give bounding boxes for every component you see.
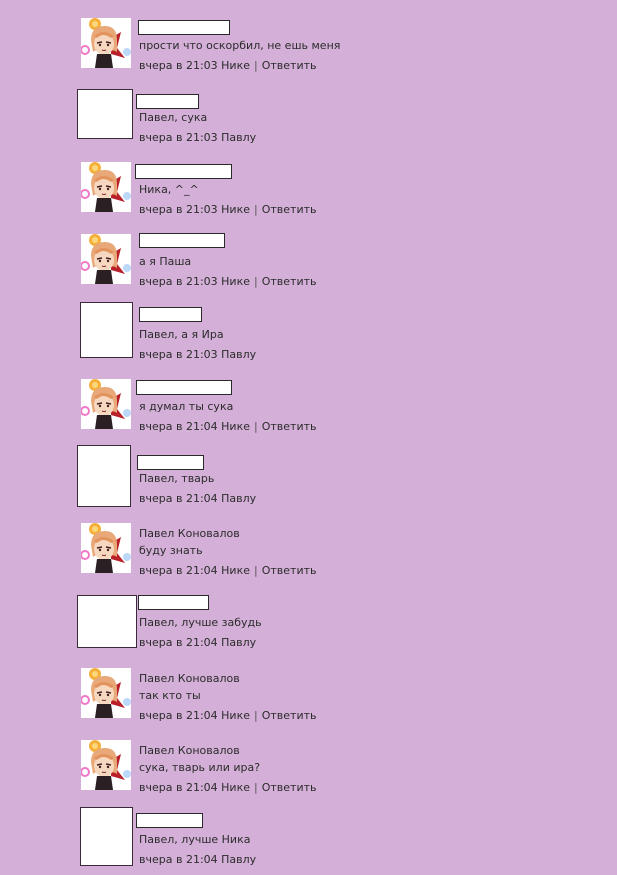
comment-timestamp[interactable]: вчера в 21:04	[139, 420, 218, 433]
author-name[interactable]: Павел Коновалов	[139, 671, 240, 686]
redacted-author-name	[138, 20, 230, 35]
avatar[interactable]	[81, 523, 131, 573]
comment-meta: вчера в 21:04 Нике | Ответить	[139, 563, 316, 578]
reply-button[interactable]: Ответить	[262, 564, 317, 577]
comment-text: Ника, ^_^	[139, 183, 199, 196]
comment-timestamp[interactable]: вчера в 21:04	[139, 564, 218, 577]
comment-timestamp[interactable]: вчера в 21:04	[139, 853, 218, 866]
separator: |	[254, 203, 258, 216]
redacted-author-name	[138, 595, 209, 610]
reply-to-link[interactable]: Нике	[221, 59, 250, 72]
comment-meta: вчера в 21:04 Нике | Ответить	[139, 780, 316, 795]
comment-text: Павел, а я Ира	[139, 328, 224, 341]
comment-text: Павел, лучше Ника	[139, 833, 251, 846]
reply-button[interactable]: Ответить	[262, 781, 317, 794]
separator: |	[254, 709, 258, 722]
comment-meta: вчера в 21:03 Нике | Ответить	[139, 58, 316, 73]
comment-text: а я Паша	[139, 255, 192, 268]
comment-meta: вчера в 21:04 Павлу	[139, 852, 256, 867]
comment-text: я думал ты сука	[139, 400, 234, 413]
anime-avatar-icon	[81, 162, 131, 212]
comment-timestamp[interactable]: вчера в 21:03	[139, 203, 218, 216]
reply-to-link[interactable]: Нике	[221, 203, 250, 216]
comment-text: Павел, тварь	[139, 472, 215, 485]
anime-avatar-icon	[81, 234, 131, 284]
comment-meta: вчера в 21:04 Нике | Ответить	[139, 419, 316, 434]
avatar[interactable]	[81, 234, 131, 284]
reply-to-link[interactable]: Нике	[221, 275, 250, 288]
comment-meta: вчера в 21:03 Нике | Ответить	[139, 274, 316, 289]
avatar[interactable]	[81, 18, 131, 68]
blank-avatar[interactable]	[80, 807, 133, 866]
author-name[interactable]: Павел Коновалов	[139, 743, 240, 758]
reply-to-link[interactable]: Нике	[221, 709, 250, 722]
comment-text: буду знать	[139, 544, 203, 557]
comment-timestamp[interactable]: вчера в 21:04	[139, 781, 218, 794]
redacted-author-name	[137, 455, 204, 470]
comment-timestamp[interactable]: вчера в 21:03	[139, 131, 218, 144]
avatar[interactable]	[81, 379, 131, 429]
blank-avatar[interactable]	[80, 302, 133, 358]
comment-timestamp[interactable]: вчера в 21:03	[139, 348, 218, 361]
redacted-author-name	[136, 380, 232, 395]
comment-text: Павел, лучше забудь	[139, 616, 262, 629]
comment-text: Павел, сука	[139, 111, 208, 124]
comment-meta: вчера в 21:04 Павлу	[139, 635, 256, 650]
comment-text: так кто ты	[139, 689, 201, 702]
avatar[interactable]	[81, 668, 131, 718]
avatar[interactable]	[81, 740, 131, 790]
separator: |	[254, 275, 258, 288]
anime-avatar-icon	[81, 523, 131, 573]
author-name[interactable]: Павел Коновалов	[139, 526, 240, 541]
comment-timestamp[interactable]: вчера в 21:03	[139, 275, 218, 288]
comment-text: прости что оскорбил, не ешь меня	[139, 39, 341, 52]
comment-meta: вчера в 21:04 Павлу	[139, 491, 256, 506]
redacted-author-name	[135, 164, 232, 179]
comment-meta: вчера в 21:03 Павлу	[139, 130, 256, 145]
separator: |	[254, 564, 258, 577]
comment-meta: вчера в 21:03 Нике | Ответить	[139, 202, 316, 217]
comment-meta: вчера в 21:03 Павлу	[139, 347, 256, 362]
redacted-author-name	[136, 813, 203, 828]
blank-avatar[interactable]	[77, 89, 133, 139]
blank-avatar[interactable]	[77, 445, 131, 507]
anime-avatar-icon	[81, 668, 131, 718]
blank-avatar[interactable]	[77, 595, 137, 648]
comment-meta: вчера в 21:04 Нике | Ответить	[139, 708, 316, 723]
reply-button[interactable]: Ответить	[262, 59, 317, 72]
comment-timestamp[interactable]: вчера в 21:04	[139, 492, 218, 505]
reply-to-link[interactable]: Нике	[221, 564, 250, 577]
separator: |	[254, 420, 258, 433]
reply-to-link[interactable]: Нике	[221, 781, 250, 794]
reply-to-link[interactable]: Павлу	[221, 853, 256, 866]
redacted-author-name	[136, 94, 199, 109]
reply-button[interactable]: Ответить	[262, 275, 317, 288]
reply-to-link[interactable]: Нике	[221, 420, 250, 433]
anime-avatar-icon	[81, 18, 131, 68]
anime-avatar-icon	[81, 740, 131, 790]
redacted-author-name	[139, 307, 202, 322]
separator: |	[254, 781, 258, 794]
reply-to-link[interactable]: Павлу	[221, 492, 256, 505]
comment-text: сука, тварь или ира?	[139, 761, 261, 774]
comment-timestamp[interactable]: вчера в 21:04	[139, 636, 218, 649]
avatar[interactable]	[81, 162, 131, 212]
reply-to-link[interactable]: Павлу	[221, 636, 256, 649]
reply-to-link[interactable]: Павлу	[221, 348, 256, 361]
comment-timestamp[interactable]: вчера в 21:03	[139, 59, 218, 72]
reply-to-link[interactable]: Павлу	[221, 131, 256, 144]
reply-button[interactable]: Ответить	[262, 709, 317, 722]
reply-button[interactable]: Ответить	[262, 420, 317, 433]
reply-button[interactable]: Ответить	[262, 203, 317, 216]
redacted-author-name	[139, 233, 225, 248]
anime-avatar-icon	[81, 379, 131, 429]
comment-timestamp[interactable]: вчера в 21:04	[139, 709, 218, 722]
separator: |	[254, 59, 258, 72]
